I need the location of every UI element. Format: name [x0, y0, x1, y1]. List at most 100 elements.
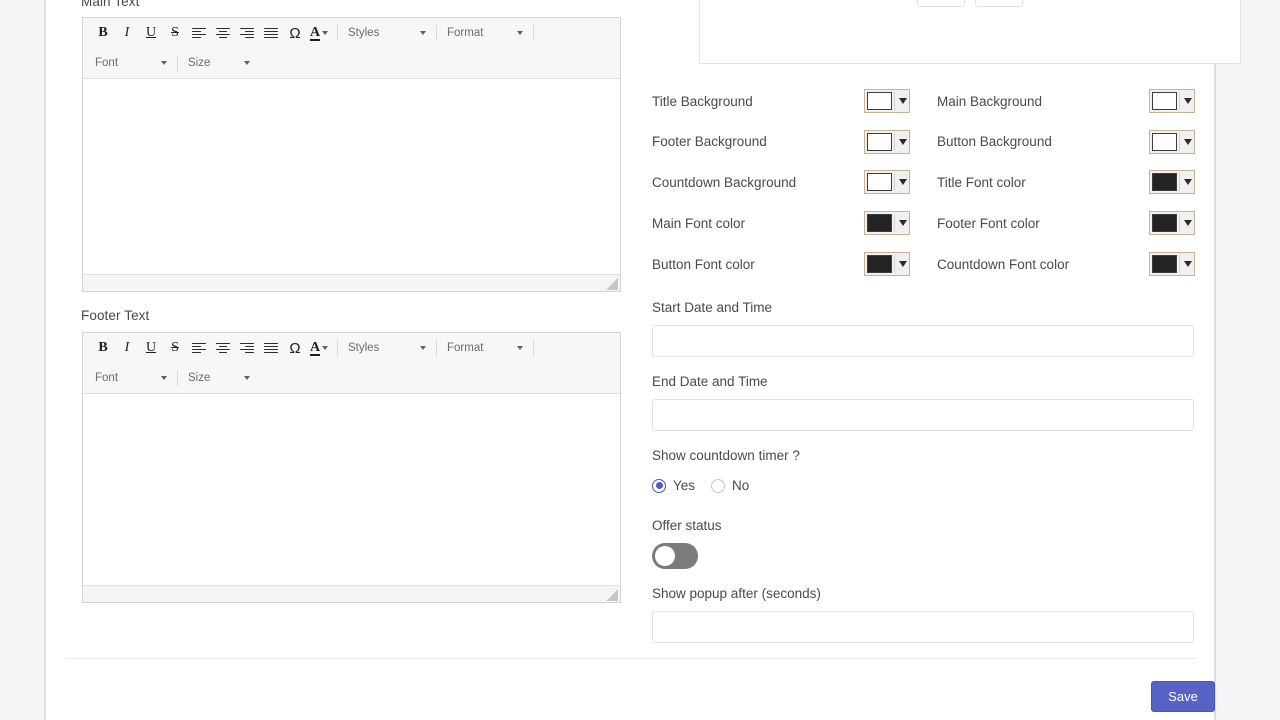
- underline-icon[interactable]: U: [139, 22, 163, 44]
- radio-yes-icon: [652, 479, 666, 493]
- chevron-down-icon: [244, 61, 250, 65]
- italic-icon[interactable]: I: [115, 22, 139, 44]
- main-text-editor: B I U S Ω: [82, 17, 621, 292]
- footer-text-content-area[interactable]: [83, 394, 620, 585]
- title-background-color-picker[interactable]: [864, 89, 910, 113]
- chevron-down-icon: [1184, 261, 1192, 267]
- toolbar-divider: [533, 340, 534, 356]
- styles-dropdown-label: Styles: [344, 27, 379, 39]
- main-text-label: Main Text: [81, 0, 139, 9]
- text-color-icon[interactable]: A: [307, 22, 331, 44]
- divider: [894, 255, 895, 273]
- page-background-right: [1216, 0, 1280, 720]
- align-right-icon[interactable]: [235, 337, 259, 359]
- color-swatch: [1152, 255, 1177, 273]
- font-dropdown-label: Font: [91, 57, 118, 69]
- special-character-icon[interactable]: Ω: [283, 337, 307, 359]
- color-swatch: [1152, 214, 1177, 232]
- footer-background-color-picker[interactable]: [864, 130, 910, 154]
- bold-icon[interactable]: B: [91, 337, 115, 359]
- button-background-label: Button Background: [937, 134, 1052, 149]
- countdown-font-color-picker[interactable]: [1149, 252, 1195, 276]
- main-text-content-area[interactable]: [83, 79, 620, 274]
- format-dropdown[interactable]: Format: [443, 337, 527, 359]
- page-background-left: [0, 0, 45, 720]
- color-swatch: [1152, 133, 1177, 151]
- footer-font-color-picker[interactable]: [1149, 211, 1195, 235]
- special-character-icon[interactable]: Ω: [283, 22, 307, 44]
- styles-dropdown[interactable]: Styles: [344, 337, 430, 359]
- divider: [894, 173, 895, 191]
- format-dropdown-label: Format: [443, 27, 483, 39]
- font-dropdown[interactable]: Font: [91, 367, 171, 389]
- end-date-input[interactable]: [652, 399, 1194, 431]
- start-date-input[interactable]: [652, 325, 1194, 357]
- align-left-icon[interactable]: [187, 337, 211, 359]
- main-background-color-picker[interactable]: [1149, 89, 1195, 113]
- radio-option-no[interactable]: No: [711, 478, 749, 493]
- resize-handle-icon[interactable]: [606, 589, 618, 601]
- styles-dropdown[interactable]: Styles: [344, 22, 430, 44]
- align-center-icon[interactable]: [211, 22, 235, 44]
- align-justify-icon[interactable]: [259, 337, 283, 359]
- main-text-toolbar: B I U S Ω: [83, 18, 620, 79]
- resize-handle-icon[interactable]: [606, 278, 618, 290]
- footer-text-label: Footer Text: [81, 308, 149, 323]
- footer-divider: [65, 658, 1196, 659]
- bold-icon[interactable]: B: [91, 22, 115, 44]
- countdown-background-color-picker[interactable]: [864, 170, 910, 194]
- chevron-down-icon: [1184, 98, 1192, 104]
- underline-icon[interactable]: U: [139, 337, 163, 359]
- color-swatch: [1152, 173, 1177, 191]
- toolbar-row-primary: B I U S Ω: [83, 18, 620, 48]
- radio-option-yes[interactable]: Yes: [652, 478, 695, 493]
- toolbar-divider: [177, 55, 178, 71]
- size-dropdown-label: Size: [184, 372, 210, 384]
- format-dropdown[interactable]: Format: [443, 22, 527, 44]
- font-dropdown[interactable]: Font: [91, 52, 171, 74]
- footer-text-toolbar: B I U S Ω: [83, 333, 620, 394]
- align-left-glyph: [192, 343, 206, 354]
- show-countdown-radio-group: Yes No: [652, 478, 749, 493]
- save-button[interactable]: Save: [1151, 681, 1215, 712]
- divider: [1179, 173, 1180, 191]
- strikethrough-icon[interactable]: S: [163, 22, 187, 44]
- button-background-color-picker[interactable]: [1149, 130, 1195, 154]
- main-font-color-picker[interactable]: [864, 211, 910, 235]
- button-font-color-picker[interactable]: [864, 252, 910, 276]
- align-right-icon[interactable]: [235, 22, 259, 44]
- toolbar-divider: [337, 340, 338, 356]
- popup-delay-input[interactable]: [652, 611, 1194, 643]
- color-swatch: [867, 173, 892, 191]
- size-dropdown[interactable]: Size: [184, 367, 254, 389]
- main-text-statusbar: [83, 274, 620, 291]
- align-center-icon[interactable]: [211, 337, 235, 359]
- align-left-icon[interactable]: [187, 22, 211, 44]
- divider: [1179, 255, 1180, 273]
- styles-dropdown-label: Styles: [344, 342, 379, 354]
- offer-status-toggle[interactable]: [652, 543, 698, 569]
- chevron-down-icon: [1184, 179, 1192, 185]
- toolbar-divider: [177, 370, 178, 386]
- countdown-unit-hours: 05 Hours: [917, 0, 965, 7]
- italic-icon[interactable]: I: [115, 337, 139, 359]
- toolbar-divider: [533, 25, 534, 41]
- chevron-down-icon: [1184, 220, 1192, 226]
- align-right-glyph: [240, 28, 254, 39]
- popup-delay-label: Show popup after (seconds): [652, 586, 821, 601]
- chevron-down-icon: [899, 261, 907, 267]
- align-justify-icon[interactable]: [259, 22, 283, 44]
- chevron-down-icon: [420, 31, 426, 35]
- size-dropdown[interactable]: Size: [184, 52, 254, 74]
- button-font-color-label: Button Font color: [652, 257, 755, 272]
- color-swatch: [867, 255, 892, 273]
- divider: [1179, 92, 1180, 110]
- text-color-icon[interactable]: A: [307, 337, 331, 359]
- strikethrough-icon[interactable]: S: [163, 337, 187, 359]
- format-dropdown-label: Format: [443, 342, 483, 354]
- offer-status-label: Offer status: [652, 518, 722, 533]
- align-justify-glyph: [264, 28, 278, 39]
- chevron-down-icon: [161, 61, 167, 65]
- title-font-color-picker[interactable]: [1149, 170, 1195, 194]
- chevron-down-icon: [1184, 139, 1192, 145]
